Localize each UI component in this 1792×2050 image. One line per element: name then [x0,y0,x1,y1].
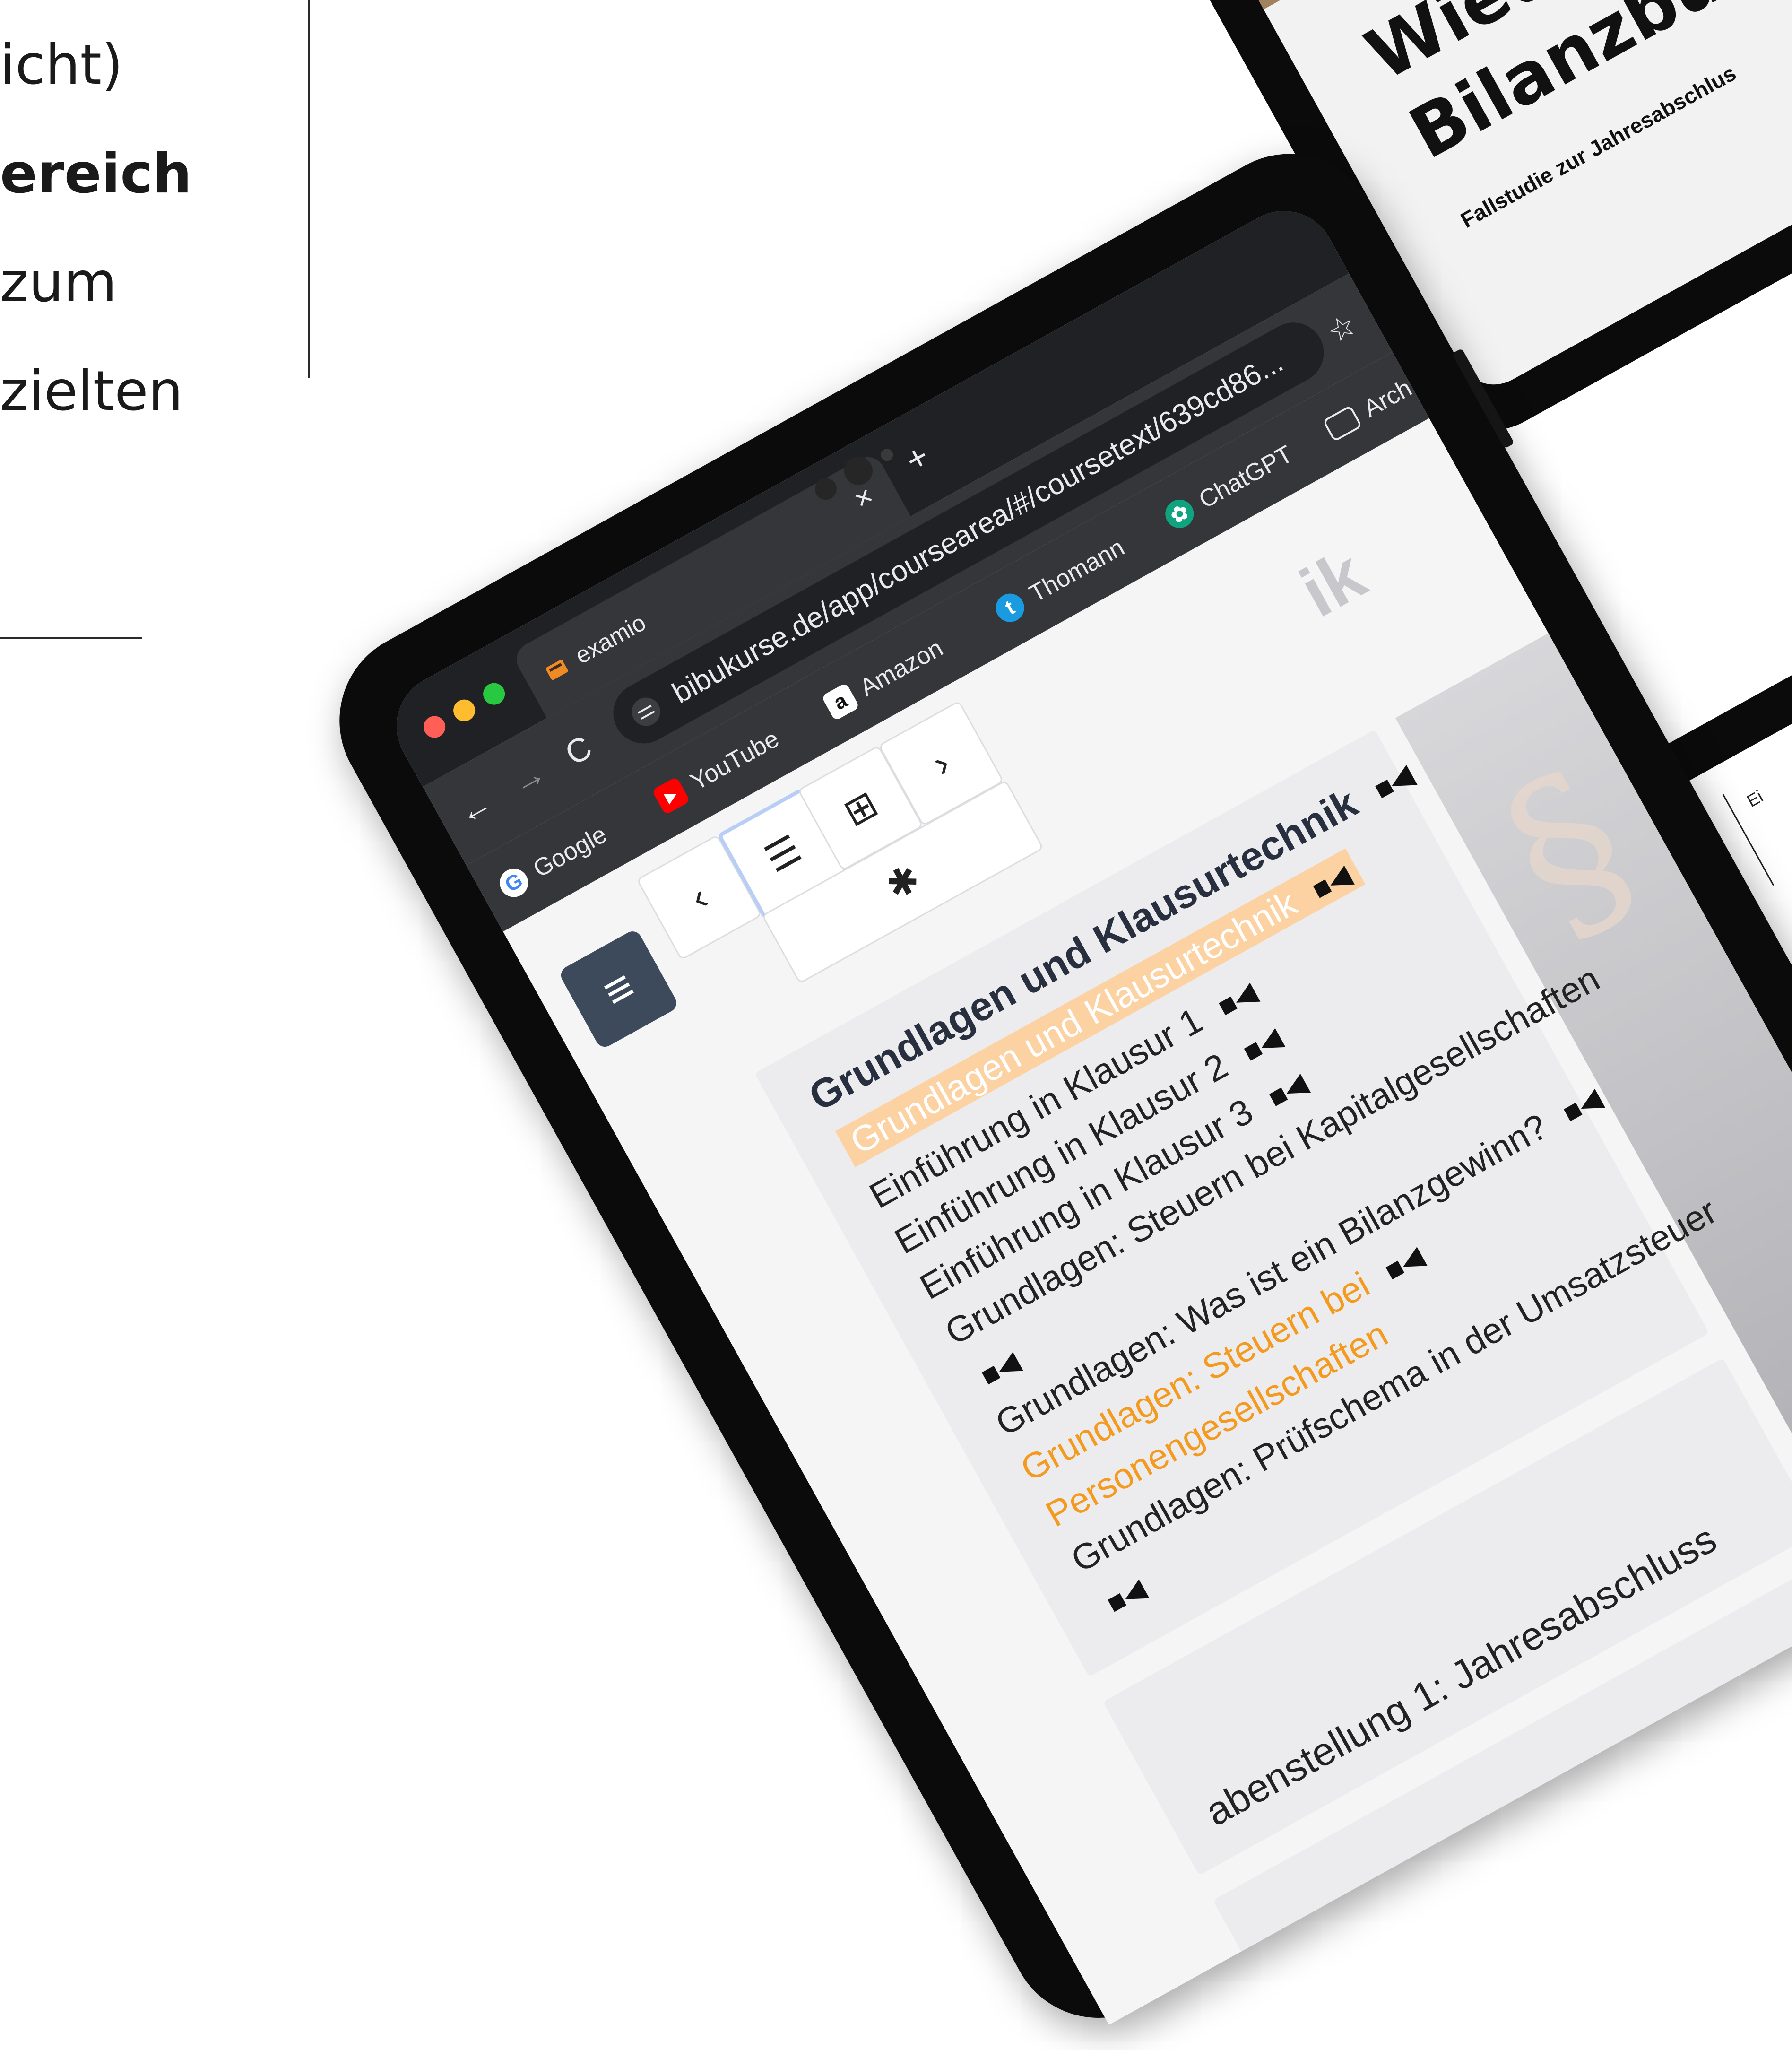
divider-horizontal [0,637,142,639]
table-cell-text: Ei [1743,786,1766,811]
reload-icon[interactable]: C [559,728,598,773]
chatgpt-icon: ✿ [1160,495,1199,533]
close-window-button[interactable] [419,712,450,742]
side-text-line-2: ereich [0,142,192,206]
video-icon: ■◀ [1368,759,1419,806]
video-icon: ■◀ [1238,1022,1287,1068]
examio-favicon-icon [545,660,568,680]
bookmark-label: Amazon [855,634,948,702]
folder-icon: ▭ [1322,405,1363,443]
maximize-window-button[interactable] [479,679,509,709]
bookmark-label: Google [528,820,612,883]
video-icon: ■◀ [1212,976,1262,1023]
forward-arrow-icon[interactable]: → [505,753,552,802]
window-controls [419,679,509,742]
youtube-icon: ▶ [651,776,691,815]
tablet-main: examio × + ← → C bibukurse.de/app/course… [307,122,1792,2050]
menu-button[interactable]: ≡ [557,928,680,1051]
video-icon: ■◀ [1557,1082,1607,1129]
video-icon-row: ■◀ [972,1339,1026,1394]
site-settings-icon[interactable] [626,692,666,731]
bookmark-star-icon[interactable]: ☆ [1321,306,1363,351]
tab-title: examio [571,609,650,669]
back-arrow-icon[interactable]: ← [451,783,499,832]
toc-section-3-title: anagement [1564,1696,1759,1832]
video-icon: ■◀ [1263,1067,1312,1114]
divider-vertical [308,0,310,378]
side-text-line-1: icht) [0,33,123,97]
video-icon: ■◀ [975,1345,1025,1392]
side-text-line-4: zielten [0,359,183,423]
google-icon: G [494,863,533,903]
video-icon: ■◀ [1379,1240,1429,1287]
minimize-window-button[interactable] [449,695,479,725]
amazon-icon: a [821,682,860,721]
side-text-block: icht) ereich zum zielten [0,0,312,639]
video-icon: ■◀ [1101,1572,1151,1620]
video-icon: ■◀ [1307,859,1356,906]
page-title-partial: ik [1287,534,1378,632]
thomann-icon: t [990,588,1030,627]
video-icon-row: ■◀ [1098,1567,1152,1622]
side-text-line-3: zum [0,251,117,314]
